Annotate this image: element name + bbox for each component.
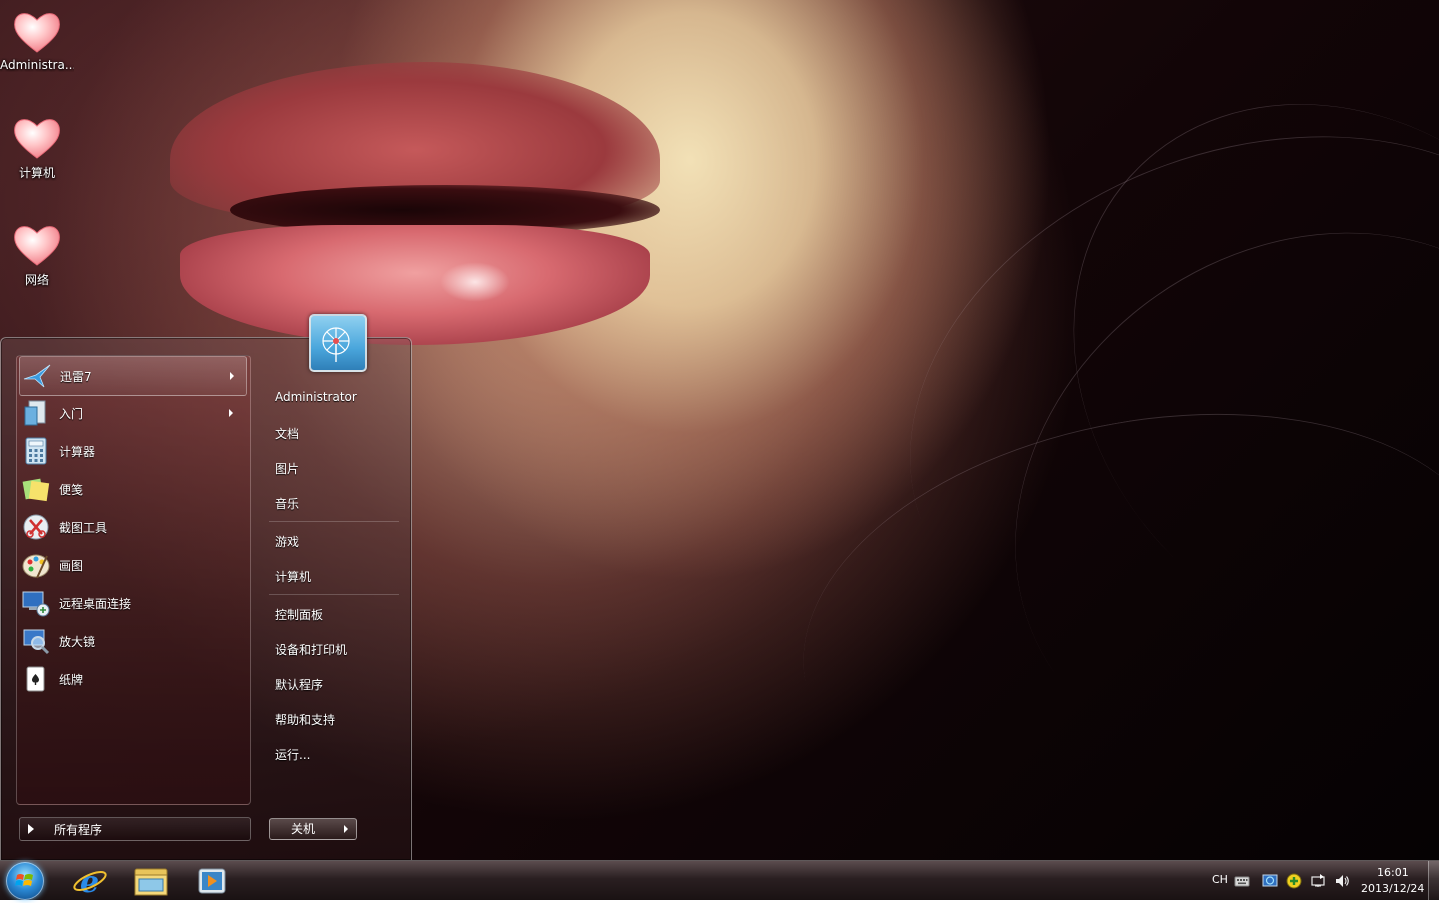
wallpaper-lip-shine xyxy=(440,262,510,302)
show-desktop-button[interactable] xyxy=(1428,861,1439,900)
program-label: 画图 xyxy=(59,558,84,573)
all-programs-button[interactable]: 所有程序 xyxy=(19,817,251,841)
taskbar-ie-button[interactable]: e xyxy=(62,863,118,900)
heart-icon xyxy=(14,13,60,53)
clock-date[interactable]: 2013/12/24 xyxy=(1361,882,1424,895)
program-label: 入门 xyxy=(59,406,84,421)
clock-time[interactable]: 16:01 xyxy=(1377,866,1409,879)
pinwheel-icon xyxy=(322,327,350,362)
media-player-icon xyxy=(198,868,226,894)
program-label: 截图工具 xyxy=(59,520,108,535)
paint-palette-icon xyxy=(22,554,50,579)
explorer-folder-icon xyxy=(134,868,168,896)
program-label: 远程桌面连接 xyxy=(59,596,132,611)
program-item-magnifier[interactable]: 放大镜 xyxy=(19,622,245,660)
submenu-arrow-icon[interactable] xyxy=(230,372,234,380)
start-link-user-folder[interactable]: Administrator xyxy=(275,390,357,404)
start-link-music[interactable]: 音乐 xyxy=(275,495,299,512)
svg-text:e: e xyxy=(80,865,99,899)
remote-desktop-icon xyxy=(22,591,50,617)
desktop-icon-network[interactable]: 网络 xyxy=(0,213,74,288)
program-label: 放大镜 xyxy=(59,634,96,649)
wallpaper-lower-lip xyxy=(180,225,650,345)
start-link-default-programs[interactable]: 默认程序 xyxy=(275,676,323,693)
program-item-getting-started[interactable]: 入门 xyxy=(19,394,245,432)
action-center-flag-icon[interactable] xyxy=(1310,873,1326,889)
calculator-icon xyxy=(25,437,47,465)
program-item-paint[interactable]: 画图 xyxy=(19,546,245,584)
program-item-sticky-notes[interactable]: 便笺 xyxy=(19,470,245,508)
all-programs-label: 所有程序 xyxy=(54,822,103,837)
start-link-pictures[interactable]: 图片 xyxy=(275,460,299,477)
user-avatar[interactable] xyxy=(309,314,367,372)
program-item-solitaire[interactable]: 纸牌 xyxy=(19,660,245,698)
taskbar: e CH 16:01 2013/12/24 xyxy=(0,860,1439,900)
start-link-documents[interactable]: 文档 xyxy=(275,425,299,442)
desktop-icon-label: 网络 xyxy=(24,273,49,287)
start-link-control-panel[interactable]: 控制面板 xyxy=(275,606,323,623)
program-label: 迅雷7 xyxy=(60,369,92,384)
heart-icon xyxy=(14,226,60,266)
ie-icon: e xyxy=(73,865,107,900)
start-link-computer[interactable]: 计算机 xyxy=(275,568,311,585)
program-label: 纸牌 xyxy=(59,672,84,687)
desktop-icon-label: Administra... xyxy=(0,58,74,72)
start-link-devices-printers[interactable]: 设备和打印机 xyxy=(275,641,347,658)
getting-started-icon xyxy=(24,400,46,426)
shutdown-button[interactable]: 关机 xyxy=(269,818,337,840)
desktop-icon-label: 计算机 xyxy=(18,166,55,180)
shutdown-options-button[interactable] xyxy=(336,818,357,840)
keyboard-icon[interactable] xyxy=(1234,873,1250,889)
program-label: 计算器 xyxy=(59,444,96,459)
magnifier-icon xyxy=(23,629,50,655)
solitaire-cards-icon xyxy=(26,666,45,692)
submenu-arrow-icon[interactable] xyxy=(229,409,233,417)
desktop-icon-computer[interactable]: 计算机 xyxy=(0,106,74,181)
right-pane-separator xyxy=(269,521,399,522)
right-pane-separator xyxy=(269,594,399,595)
volume-speaker-icon[interactable] xyxy=(1334,873,1350,889)
security-shield-icon[interactable] xyxy=(1286,873,1302,889)
start-menu: 迅雷7 入门 计算器 便笺 截图工具 画图 远程桌面连接 放大镜 纸牌 所有程序… xyxy=(0,314,412,861)
network-monitor-icon[interactable] xyxy=(1262,873,1278,889)
start-link-run[interactable]: 运行... xyxy=(275,746,310,763)
thunder-bird-icon xyxy=(23,364,51,388)
start-link-games[interactable]: 游戏 xyxy=(275,533,299,550)
taskbar-explorer-button[interactable] xyxy=(123,863,179,899)
program-item-remote-desktop[interactable]: 远程桌面连接 xyxy=(19,584,245,622)
start-link-help-support[interactable]: 帮助和支持 xyxy=(275,711,335,728)
language-indicator[interactable]: CH xyxy=(1212,873,1228,886)
program-label: 便笺 xyxy=(59,482,84,497)
heart-icon xyxy=(14,119,60,159)
play-arrow-icon xyxy=(28,824,34,834)
start-button[interactable] xyxy=(6,862,44,900)
sticky-notes-icon xyxy=(22,478,50,502)
program-item-xunlei[interactable]: 迅雷7 xyxy=(19,356,247,396)
windows-logo-icon xyxy=(15,874,33,886)
snipping-tool-icon xyxy=(23,514,49,540)
program-item-snipping-tool[interactable]: 截图工具 xyxy=(19,508,245,546)
program-item-calculator[interactable]: 计算器 xyxy=(19,432,245,470)
desktop-icon-administrator[interactable]: Administra... xyxy=(0,0,74,72)
taskbar-media-player-button[interactable] xyxy=(184,863,240,899)
